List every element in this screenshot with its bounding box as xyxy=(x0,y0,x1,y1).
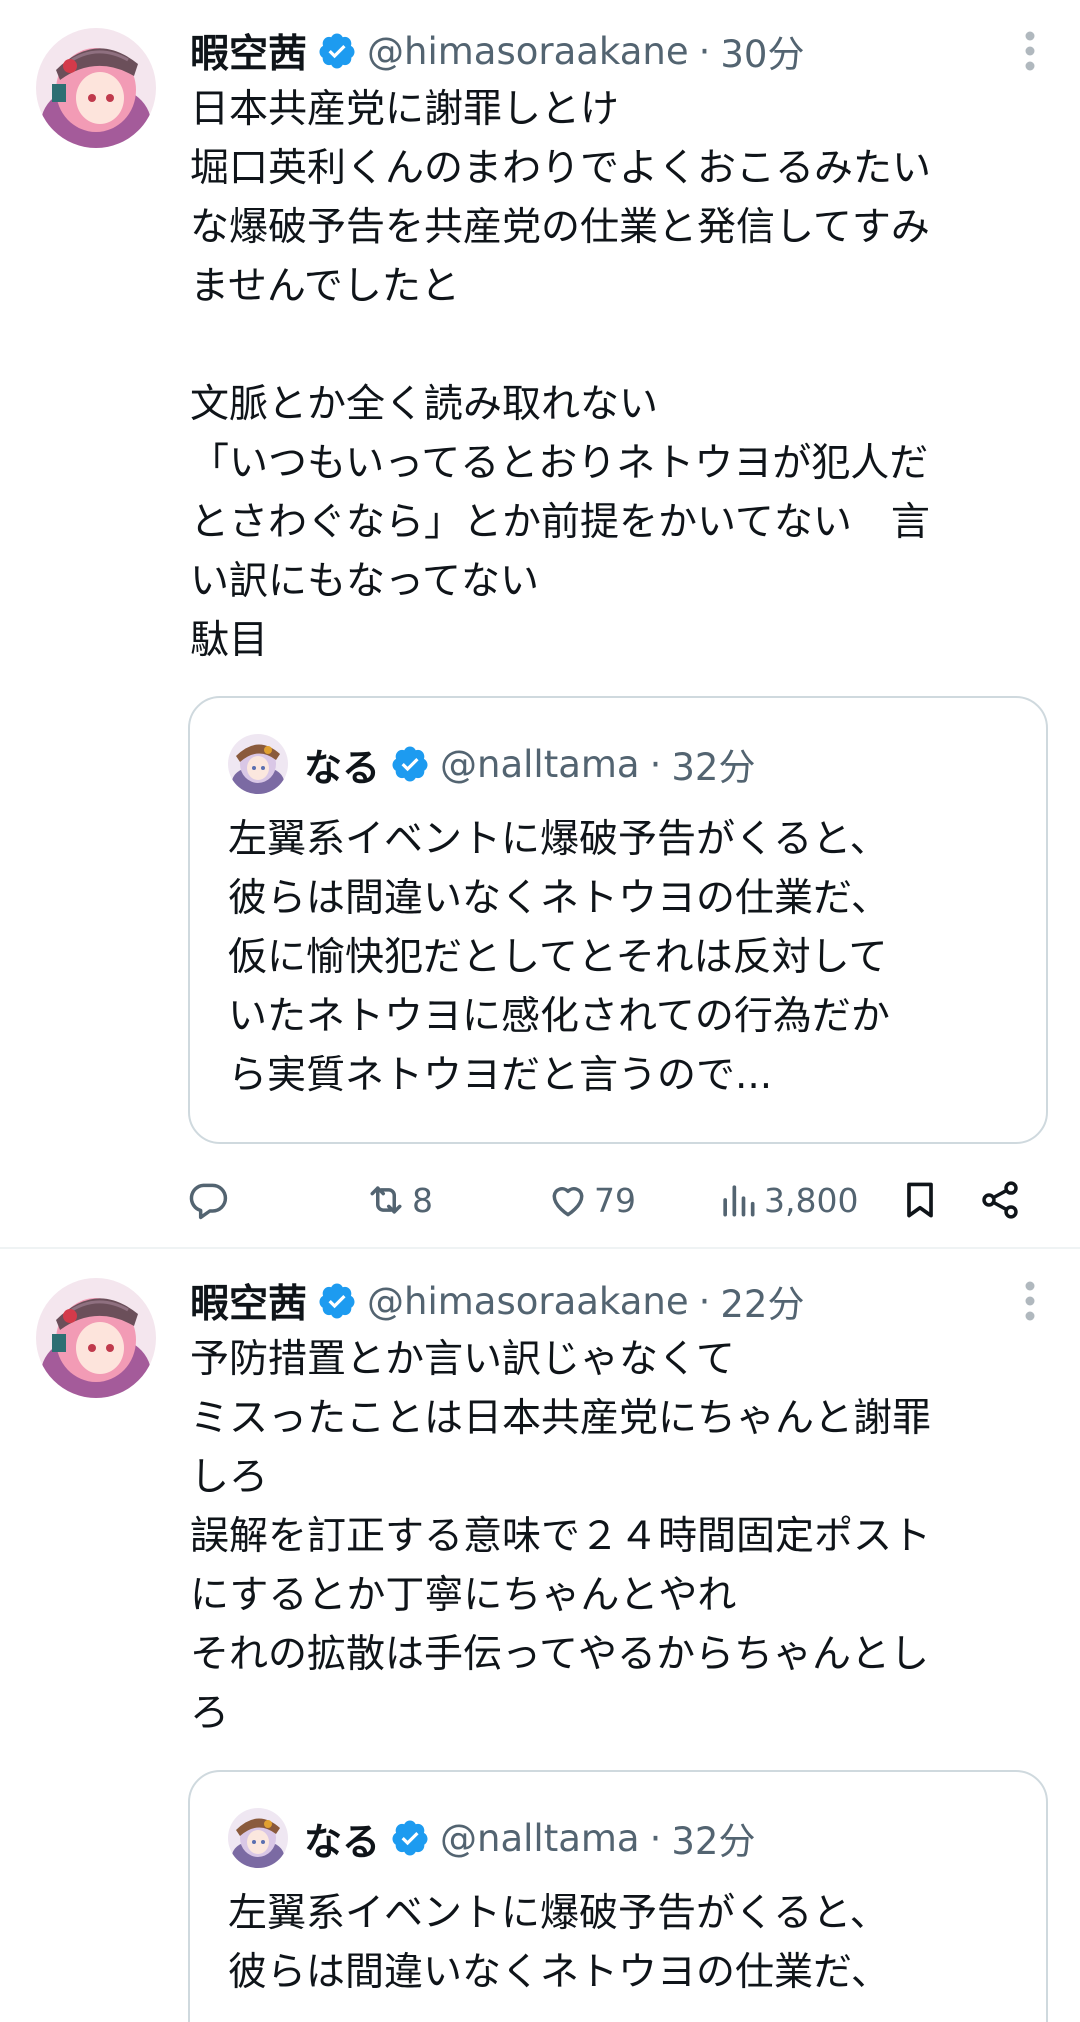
quoted-text: 左翼系イベントに爆破予告がくると、 彼らは間違いなくネトウヨの仕業だ、 xyxy=(228,1884,1028,2002)
quoted-author-name: なる xyxy=(304,745,381,790)
verified-badge-icon xyxy=(392,1820,428,1856)
like-count: 79 xyxy=(594,1180,636,1220)
quoted-text: 左翼系イベントに爆破予告がくると、 彼らは間違いなくネトウヨの仕業だ、 仮に愉快… xyxy=(228,810,1028,1105)
share-icon xyxy=(982,1181,1018,1219)
tweet[interactable]: 暇空茜 @himasoraakane · 30分 日本共産党に謝罪しとけ 堀口英… xyxy=(0,0,1080,1247)
tweet-header: 暇空茜 @himasoraakane · 30分 xyxy=(190,24,804,78)
quoted-author-name: なる xyxy=(304,1819,381,1864)
views-button[interactable]: 3,800 xyxy=(716,1172,858,1228)
tweet-text: 日本共産党に謝罪しとけ 堀口英利くんのまわりでよくおこるみたい な爆破予告を共産… xyxy=(190,80,1050,670)
tweet-text-line: 文脈とか全く読み取れない xyxy=(190,382,659,427)
like-icon xyxy=(552,1187,584,1217)
separator: · xyxy=(649,1816,662,1860)
tweet-text-line: ミスったことは日本共産党にちゃんと謝罪 xyxy=(190,1396,932,1441)
tweet-text-line: とさわぐなら」とか前提をかいてない 言 xyxy=(190,500,930,545)
tweet-text-line: 誤解を訂正する意味で２４時間固定ポスト xyxy=(190,1514,932,1559)
quoted-avatar xyxy=(228,1808,288,1868)
tweet[interactable]: 暇空茜 @himasoraakane · 22分 予防措置とか言い訳じゃなくて … xyxy=(0,1250,1080,2022)
bookmark-icon xyxy=(907,1182,933,1218)
quoted-avatar xyxy=(228,734,288,794)
tweet-text-line: 日本共産党に謝罪しとけ xyxy=(190,87,620,132)
timestamp[interactable]: 30分 xyxy=(720,24,804,78)
separator: · xyxy=(698,1279,711,1323)
quoted-text-line: 仮に愉快犯だとしてとそれは反対して xyxy=(228,935,888,980)
quoted-text-line: 左翼系イベントに爆破予告がくると、 xyxy=(228,817,889,862)
tweet-text-line: 「いつもいってるとおりネトウヨが犯人だ xyxy=(190,441,929,486)
quoted-text-line: 彼らは間違いなくネトウヨの仕業だ、 xyxy=(228,1950,890,1995)
reply-icon xyxy=(189,1183,228,1220)
quoted-header: なる @nalltama · 32分 xyxy=(304,736,755,792)
avatar[interactable] xyxy=(36,28,156,148)
quoted-author-handle: @nalltama xyxy=(440,742,640,786)
quoted-timestamp: 32分 xyxy=(671,746,756,789)
tweet-text-line: それの拡散は手伝ってやるからちゃんとし xyxy=(190,1632,930,1677)
like-button[interactable]: 79 xyxy=(546,1172,636,1228)
more-icon[interactable] xyxy=(1024,30,1036,72)
tweet-text-line: しろ xyxy=(190,1455,269,1500)
quoted-text-line: ら実質ネトウヨだと言うので... xyxy=(228,1053,773,1098)
verified-badge-icon xyxy=(319,1283,355,1319)
tweet-text-line: な爆破予告を共産党の仕業と発信してすみ xyxy=(190,205,930,250)
more-icon[interactable] xyxy=(1024,1280,1036,1322)
quoted-timestamp: 32分 xyxy=(671,1820,756,1863)
quoted-tweet[interactable]: なる @nalltama · 32分 左翼系イベントに爆破予告がくると、 彼らは… xyxy=(188,1770,1048,2022)
view-count: 3,800 xyxy=(764,1180,859,1220)
separator: · xyxy=(698,29,711,73)
quoted-header: なる @nalltama · 32分 xyxy=(304,1810,755,1866)
author-handle[interactable]: @himasoraakane xyxy=(367,30,689,73)
share-button[interactable] xyxy=(978,1172,1022,1228)
quoted-author-handle: @nalltama xyxy=(440,1816,640,1860)
timestamp[interactable]: 22分 xyxy=(720,1274,804,1328)
quoted-tweet[interactable]: なる @nalltama · 32分 左翼系イベントに爆破予告がくると、 彼らは… xyxy=(188,696,1048,1144)
retweet-icon xyxy=(370,1186,402,1214)
tweet-text-line: ませんでしたと xyxy=(190,264,460,309)
tweet-text-line: い訳にもなってない xyxy=(190,559,540,604)
tweet-text-line: 堀口英利くんのまわりでよくおこるみたい xyxy=(190,146,932,191)
tweet-header: 暇空茜 @himasoraakane · 22分 xyxy=(190,1274,804,1328)
avatar[interactable] xyxy=(36,1278,156,1398)
verified-badge-icon xyxy=(319,33,355,69)
tweet-actions: 8 79 3,800 xyxy=(186,1172,1046,1228)
tweet-text-line: 駄目 xyxy=(190,618,269,663)
tweet-text-line: 予防措置とか言い訳じゃなくて xyxy=(190,1337,735,1382)
tweet-divider xyxy=(0,1247,1080,1249)
quoted-text-line: 左翼系イベントに爆破予告がくると、 xyxy=(228,1891,889,1936)
tweet-text-line: ろ xyxy=(190,1691,230,1736)
separator: · xyxy=(649,742,662,786)
author-handle[interactable]: @himasoraakane xyxy=(367,1280,689,1323)
views-icon xyxy=(723,1185,755,1217)
quoted-text-line: 彼らは間違いなくネトウヨの仕業だ、 xyxy=(228,876,890,921)
author-name[interactable]: 暇空茜 xyxy=(190,1273,307,1329)
quoted-text-line: いたネトウヨに感化されての行為だか xyxy=(228,994,890,1039)
tweet-text-line: にするとか丁寧にちゃんとやれ xyxy=(190,1573,737,1618)
retweet-count: 8 xyxy=(412,1180,433,1220)
retweet-button[interactable]: 8 xyxy=(364,1172,433,1228)
bookmark-button[interactable] xyxy=(898,1172,942,1228)
reply-button[interactable] xyxy=(186,1172,234,1228)
author-name[interactable]: 暇空茜 xyxy=(190,23,307,79)
tweet-text: 予防措置とか言い訳じゃなくて ミスったことは日本共産党にちゃんと謝罪 しろ 誤解… xyxy=(190,1330,1050,1743)
verified-badge-icon xyxy=(392,746,428,782)
